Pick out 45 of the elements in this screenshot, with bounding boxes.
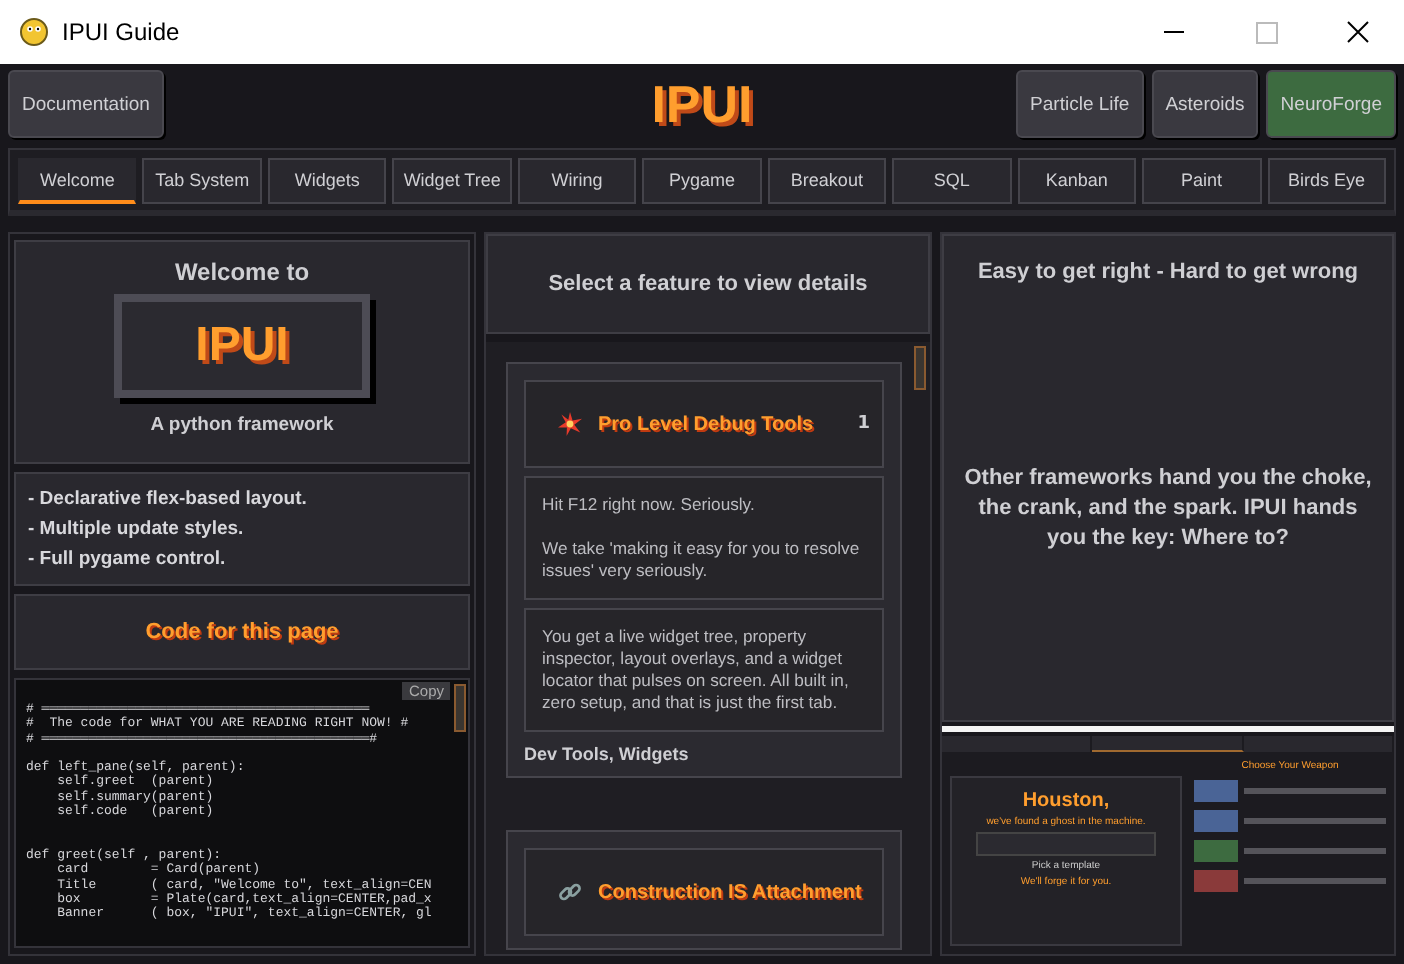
feature-bullet: - Declarative flex-based layout. <box>28 486 309 512</box>
window-title: IPUI Guide <box>62 18 180 46</box>
feature-bullet: - Multiple update styles. <box>28 516 246 542</box>
tab[interactable]: Breakout <box>767 157 887 203</box>
feature-tags: Dev Tools, Widgets <box>524 740 884 764</box>
preview-text-line <box>1244 878 1386 884</box>
feature-description: Hit F12 right now. Seriously. We take 'making it easy for you to resolve issues' very seriously. <box>524 476 884 600</box>
feature-title: Construction IS Attachment <box>598 881 864 903</box>
tab[interactable]: Pygame <box>642 157 762 203</box>
tagline-text: Other frameworks hand you the choke, the crank, and the spark. IPUI hands you the key: Where to? <box>962 464 1374 554</box>
tab[interactable]: Tab System <box>142 157 262 203</box>
greeting: Welcome to <box>174 258 310 286</box>
preview-headline: Houston, <box>1022 790 1110 812</box>
app-logo: IPUI <box>651 73 753 135</box>
feature-count: 1 <box>857 414 870 434</box>
preview-text-line <box>1244 848 1386 854</box>
feature-card[interactable] <box>506 362 902 778</box>
feature-bullet: - Full pygame control. <box>28 546 228 572</box>
scrollbar-thumb[interactable] <box>454 684 466 732</box>
header-button[interactable]: Documentation <box>8 70 164 138</box>
tab[interactable]: Paint <box>1142 157 1262 203</box>
tab[interactable]: Widgets <box>267 157 387 203</box>
chain-link-icon <box>558 880 582 904</box>
header-button[interactable]: Particle Life <box>1016 70 1144 138</box>
header-button[interactable]: NeuroForge <box>1266 70 1396 138</box>
tab[interactable]: Widget Tree <box>392 157 512 203</box>
tab[interactable]: Birds Eye <box>1267 157 1386 203</box>
feature-card[interactable]: Construction IS Attachment <box>506 830 902 950</box>
feature-heading: Select a feature to view details <box>548 272 868 296</box>
banner-title: IPUI <box>195 318 289 374</box>
preview-text-line <box>1244 788 1386 794</box>
tab[interactable]: Welcome <box>18 157 137 203</box>
tab[interactable]: Wiring <box>517 157 637 203</box>
subtitle: A python framework <box>150 414 334 436</box>
tagline-heading: Easy to get right - Hard to get wrong <box>977 260 1359 284</box>
feature-description: You get a live widget tree, property inspector, layout overlays, and a widget locator that pulses on screen. All built in, zero setup, and that is just the first tab. <box>524 608 884 732</box>
tab[interactable]: SQL <box>892 157 1012 203</box>
banner-plate[interactable]: IPUI <box>114 294 370 398</box>
header-button[interactable]: Asteroids <box>1151 70 1259 138</box>
scrollbar-thumb[interactable] <box>914 346 926 390</box>
preview-text-line <box>1244 818 1386 824</box>
code-title: Code for this page <box>145 620 339 644</box>
feature-title: Pro Level Debug Tools <box>598 413 816 435</box>
spark-icon <box>558 412 582 436</box>
tab[interactable]: Kanban <box>1017 157 1137 203</box>
